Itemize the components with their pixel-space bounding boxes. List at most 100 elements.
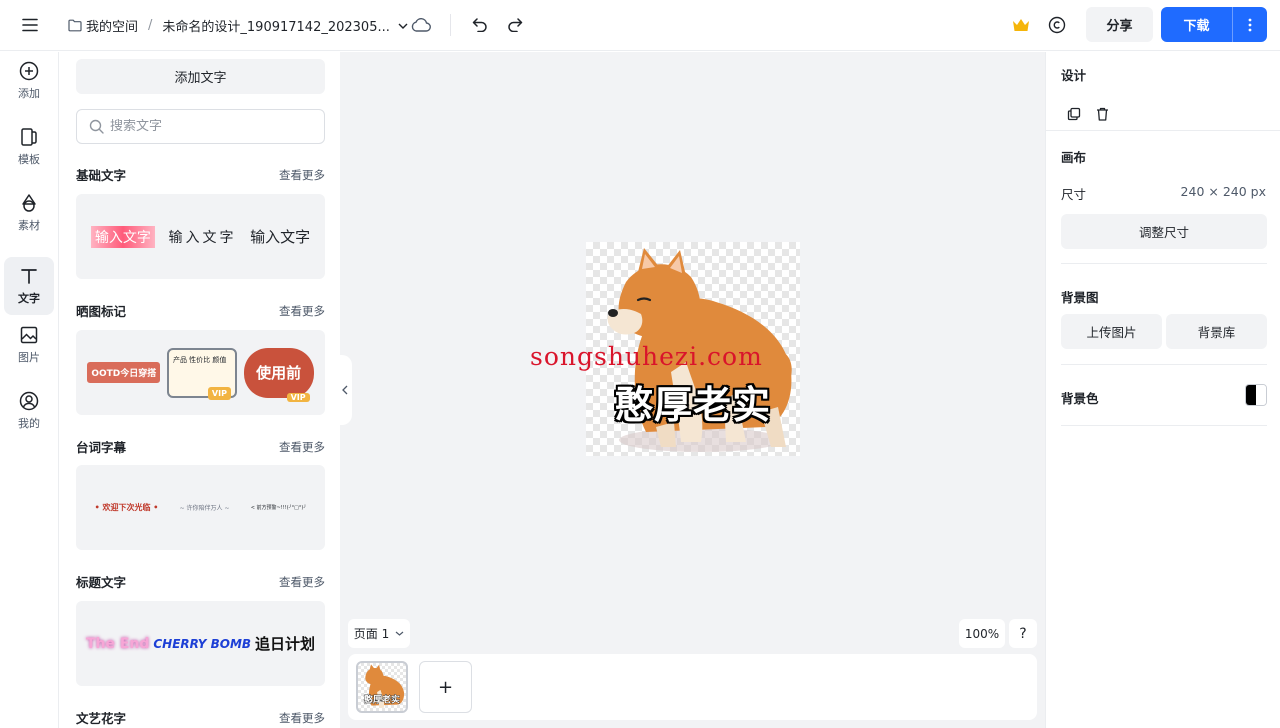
view-more-link[interactable]: 查看更多 [279, 303, 325, 319]
breadcrumb-separator: / [148, 18, 153, 33]
rail-item-images[interactable]: 图片 [4, 316, 54, 374]
sample-checklist-text: 产品 性价比 颜值 [172, 355, 227, 364]
resize-button[interactable]: 调整尺寸 [1061, 214, 1267, 249]
panel-divider [1061, 425, 1267, 426]
section-title: 台词字幕 [76, 440, 127, 455]
text-panel: 添加文字 基础文字 查看更多 输入文字 输入文字 输入文字 晒图标记 查看更多 … [60, 52, 340, 728]
help-button[interactable]: ? [1009, 619, 1037, 648]
background-color-title: 背景色 [1061, 391, 1099, 406]
background-image-title: 背景图 [1061, 290, 1099, 305]
rail-item-label: 文字 [18, 292, 40, 305]
section-title: 基础文字 [76, 168, 127, 183]
share-button[interactable]: 分享 [1086, 7, 1153, 42]
rail-item-label: 我的 [18, 417, 40, 430]
properties-panel: 设计 画布 尺寸 240 × 240 px 调整尺寸 背景图 上传图片 背景库 … [1045, 52, 1280, 728]
size-value: 240 × 240 px [1180, 184, 1266, 199]
rail-item-template[interactable]: 模板 [4, 118, 54, 176]
plus-circle-icon [19, 61, 39, 81]
section-card-title-text: The End CHERRY BOMB 追日计划 [76, 601, 325, 686]
text-style-sample[interactable]: OOTD今日穿搭 [87, 362, 161, 383]
download-button[interactable]: 下载 [1161, 7, 1232, 42]
section-header-artistic-text: 文艺花字 查看更多 [76, 708, 325, 727]
text-style-sample[interactable]: 产品 性价比 颜值 VIP [166, 347, 237, 400]
background-color-swatch[interactable] [1245, 384, 1267, 406]
text-style-sample[interactable]: 输入文字 [90, 225, 155, 248]
section-card-subtitles: • 欢迎下次光临 • ~ 许你陪伴万人 ~ < 前方预警~!!!(╯°□°)╯ [76, 465, 325, 550]
image-icon [19, 325, 39, 345]
view-more-link[interactable]: 查看更多 [279, 574, 325, 590]
panel-divider [1046, 130, 1280, 131]
panel-divider [1061, 263, 1267, 264]
text-icon [19, 266, 39, 286]
canvas-caption-text[interactable]: 憨厚老实 [586, 374, 800, 429]
document-title[interactable]: 未命名的设计_190917142_202305... [162, 16, 389, 35]
section-header-basic-text: 基础文字 查看更多 [76, 165, 325, 184]
text-style-sample[interactable]: ~ 许你陪伴万人 ~ [180, 503, 230, 512]
page-thumbnail[interactable]: 憨厚老实 [356, 661, 408, 713]
folder-icon [68, 19, 82, 32]
rail-item-label: 素材 [18, 219, 40, 232]
sample-before-use-text: 使用前 [256, 364, 302, 382]
zoom-level[interactable]: 100% [959, 619, 1005, 648]
search-icon [89, 119, 104, 134]
section-card-photo-tags: OOTD今日穿搭 产品 性价比 颜值 VIP 使用前 VIP [76, 330, 325, 415]
chevron-left-icon [342, 385, 348, 395]
search-input[interactable] [110, 119, 310, 134]
undo-icon[interactable] [466, 11, 494, 39]
vip-badge: VIP [207, 386, 231, 400]
section-header-title-text: 标题文字 查看更多 [76, 572, 325, 591]
text-style-sample[interactable]: CHERRY BOMB [153, 637, 251, 651]
cloud-save-icon[interactable] [407, 11, 435, 39]
page-selector-label: 页面 1 [353, 627, 390, 641]
text-style-sample[interactable]: The End [86, 636, 149, 652]
section-title: 文艺花字 [76, 711, 127, 726]
swatch-black-half [1246, 385, 1256, 405]
rail-item-label: 模板 [18, 153, 40, 166]
section-title: 晒图标记 [76, 304, 127, 319]
text-style-sample[interactable]: 输入文字 [250, 226, 310, 247]
rail-item-label: 添加 [18, 87, 40, 100]
breadcrumb-my-space[interactable]: 我的空间 [86, 16, 138, 35]
rail-item-text[interactable]: 文字 [4, 257, 54, 315]
page-strip: 憨厚老实 + [348, 654, 1037, 720]
add-text-button[interactable]: 添加文字 [76, 59, 325, 94]
trash-icon[interactable] [1088, 100, 1116, 128]
section-card-basic-text: 输入文字 输入文字 输入文字 [76, 194, 325, 279]
canvas-section-title: 画布 [1061, 150, 1087, 165]
view-more-link[interactable]: 查看更多 [279, 710, 325, 726]
template-icon [19, 127, 39, 147]
size-label: 尺寸 [1061, 187, 1087, 202]
section-title: 标题文字 [76, 575, 127, 590]
text-style-sample[interactable]: < 前方预警~!!!(╯°□°)╯ [251, 504, 307, 511]
crown-vip-icon[interactable] [1007, 11, 1035, 39]
rail-item-mine[interactable]: 我的 [4, 382, 54, 440]
section-header-subtitles: 台词字幕 查看更多 [76, 437, 325, 456]
upload-image-button[interactable]: 上传图片 [1061, 314, 1162, 349]
text-style-sample[interactable]: 输入文字 [168, 227, 236, 247]
add-page-button[interactable]: + [419, 661, 472, 713]
chevron-down-icon [395, 631, 404, 636]
panel-divider [1061, 364, 1267, 365]
page-selector[interactable]: 页面 1 [348, 619, 410, 648]
copyright-icon[interactable] [1043, 11, 1071, 39]
more-options-icon[interactable] [1233, 7, 1267, 42]
background-library-button[interactable]: 背景库 [1166, 314, 1267, 349]
view-more-link[interactable]: 查看更多 [279, 167, 325, 183]
collapse-panel-handle[interactable] [338, 355, 352, 425]
thumbnail-caption: 憨厚老实 [364, 693, 400, 705]
watermark-text: songshuhezi.com [530, 342, 763, 371]
menu-icon[interactable] [16, 11, 44, 39]
text-style-sample[interactable]: 使用前 VIP [243, 347, 314, 402]
download-button-group: 下载 [1161, 7, 1267, 42]
rail-item-add[interactable]: 添加 [4, 52, 54, 110]
shiba-dog-thumbnail: 憨厚老实 [364, 664, 405, 708]
redo-icon[interactable] [501, 11, 529, 39]
shapes-icon [19, 193, 39, 213]
canvas-area: 憨厚老实 songshuhezi.com 页面 1 100% ? 憨厚老实 + [340, 52, 1045, 728]
view-more-link[interactable]: 查看更多 [279, 439, 325, 455]
duplicate-icon[interactable] [1060, 100, 1088, 128]
text-style-sample[interactable]: • 欢迎下次光临 • [95, 502, 159, 513]
user-icon [19, 391, 39, 411]
rail-item-materials[interactable]: 素材 [4, 184, 54, 242]
text-style-sample[interactable]: 追日计划 [255, 633, 315, 654]
